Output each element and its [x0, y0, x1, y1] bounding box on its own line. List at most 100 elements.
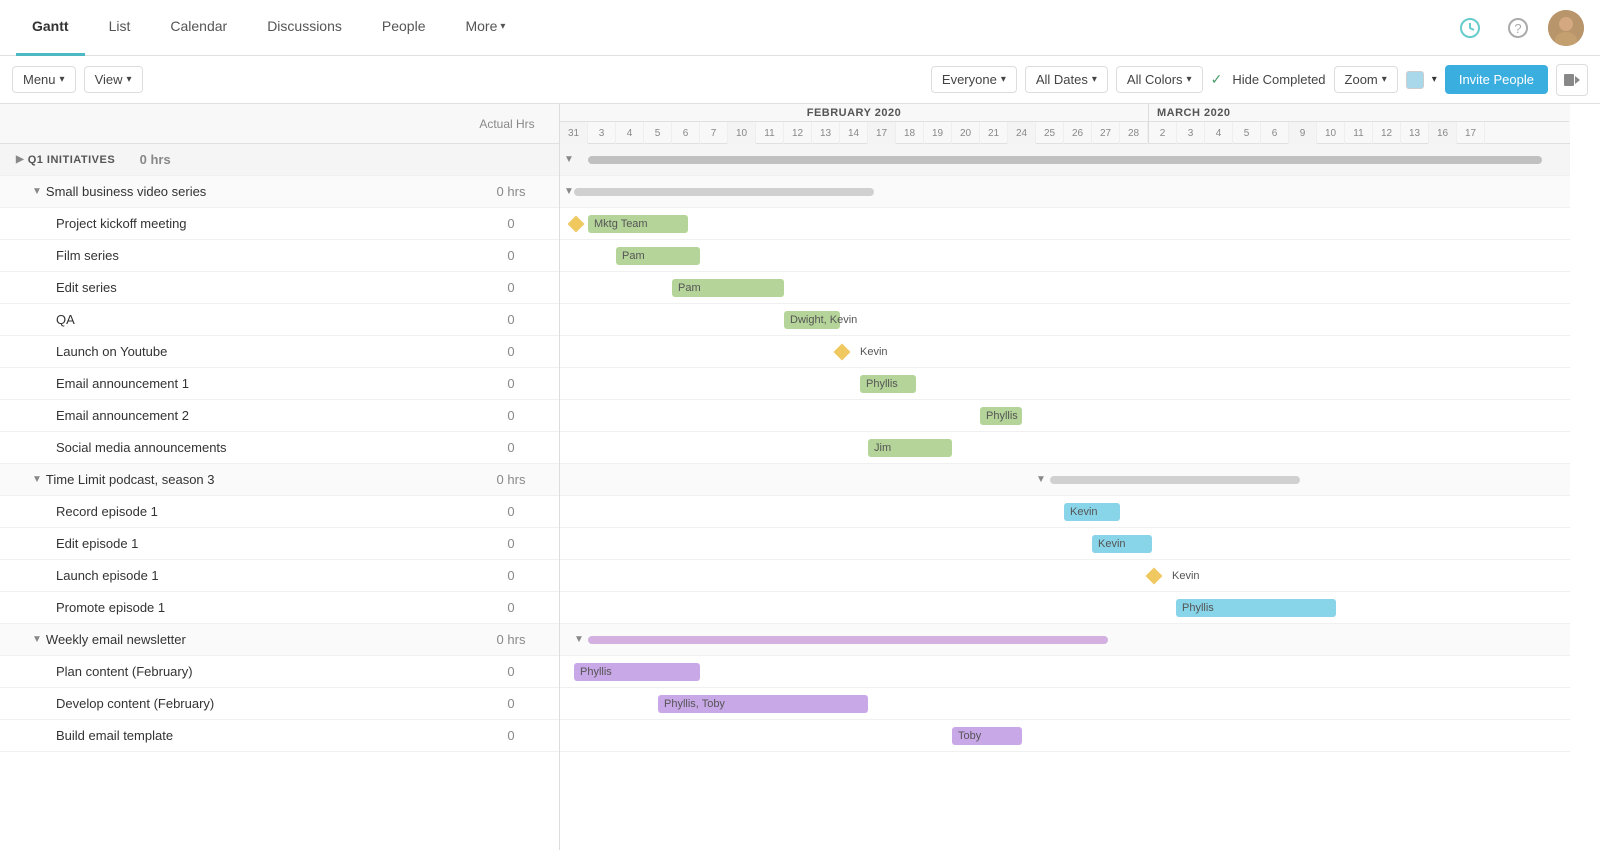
svg-text:?: ? — [1514, 21, 1521, 36]
task-list-header: Actual Hrs — [0, 104, 559, 144]
bar-bet: Toby — [952, 727, 1022, 745]
bar-ea1: Phyllis — [860, 375, 916, 393]
task-row[interactable]: QA 0 — [0, 304, 559, 336]
gantt-row-pe1: Phyllis — [560, 592, 1570, 624]
invite-people-button[interactable]: Invite People — [1445, 65, 1548, 94]
task-row[interactable]: Plan content (February) 0 — [0, 656, 559, 688]
bar-sma: Jim — [868, 439, 952, 457]
chevron-down-icon: ▾ — [127, 74, 132, 85]
gantt-row-tlps3: ▼ — [560, 464, 1570, 496]
gantt-panel[interactable]: FEBRUARY 2020 31 3 4 5 6 7 10 11 12 13 1… — [560, 104, 1600, 850]
user-avatar[interactable] — [1548, 10, 1584, 46]
tab-more[interactable]: More ▾ — [449, 0, 521, 56]
caret-icon: ▶ — [16, 154, 24, 165]
february-days: 31 3 4 5 6 7 10 11 12 13 14 17 18 19 — [560, 122, 1148, 144]
caret-down-icon: ▼ — [560, 186, 578, 197]
gantt-row-q1: ▼ — [560, 144, 1570, 176]
gantt-row-ea2: Phyllis — [560, 400, 1570, 432]
task-row[interactable]: Record episode 1 0 — [0, 496, 559, 528]
task-row[interactable]: Launch on Youtube 0 — [0, 336, 559, 368]
main-content: Actual Hrs ▶ Q1 INITIATIVES 0 hrs ▼ Smal… — [0, 104, 1600, 850]
zoom-button[interactable]: Zoom ▾ — [1334, 66, 1398, 93]
february-label: FEBRUARY 2020 — [560, 104, 1148, 122]
task-row[interactable]: ▼ Time Limit podcast, season 3 0 hrs — [0, 464, 559, 496]
date-header: FEBRUARY 2020 31 3 4 5 6 7 10 11 12 13 1… — [560, 104, 1570, 144]
gantt-row-loy: Kevin — [560, 336, 1570, 368]
task-row[interactable]: Project kickoff meeting 0 — [0, 208, 559, 240]
gantt-row-sma: Jim — [560, 432, 1570, 464]
color-swatch[interactable] — [1406, 71, 1424, 89]
caret-icon: ▼ — [32, 634, 42, 645]
video-icon[interactable] — [1556, 64, 1588, 96]
task-row[interactable]: Launch episode 1 0 — [0, 560, 559, 592]
bar-pkm: Mktg Team — [588, 215, 688, 233]
gantt-row-sbvs: ▼ — [560, 176, 1570, 208]
task-row[interactable]: Edit episode 1 0 — [0, 528, 559, 560]
caret-icon: ▼ — [32, 186, 42, 197]
march-days: 2 3 4 5 6 9 10 11 12 13 16 17 — [1149, 122, 1569, 144]
view-button[interactable]: View ▾ — [84, 66, 143, 93]
bar-qa: Dwight, Kevin — [784, 311, 840, 329]
caret-down-icon: ▼ — [574, 634, 584, 645]
task-row[interactable]: ▼ Small business video series 0 hrs — [0, 176, 559, 208]
checkmark-icon: ✓ — [1211, 71, 1223, 88]
gantt-row-pcf: Phyllis — [560, 656, 1570, 688]
task-row[interactable]: Build email template 0 — [0, 720, 559, 752]
chevron-down-icon: ▾ — [60, 74, 65, 85]
tab-calendar[interactable]: Calendar — [154, 0, 243, 56]
bar-pcf: Phyllis — [574, 663, 700, 681]
bar-ea2: Phyllis — [980, 407, 1022, 425]
gantt-row-bet: Toby — [560, 720, 1570, 752]
hide-completed-toggle[interactable]: ✓ Hide Completed — [1211, 71, 1326, 88]
task-row[interactable]: ▼ Weekly email newsletter 0 hrs — [0, 624, 559, 656]
task-row[interactable]: Social media announcements 0 — [0, 432, 559, 464]
task-row[interactable]: Film series 0 — [0, 240, 559, 272]
chevron-down-icon[interactable]: ▾ — [1432, 74, 1437, 85]
all-colors-filter[interactable]: All Colors ▾ — [1116, 66, 1203, 93]
task-row[interactable]: Develop content (February) 0 — [0, 688, 559, 720]
bar-ee1: Kevin — [1092, 535, 1152, 553]
tab-people[interactable]: People — [366, 0, 442, 56]
help-icon[interactable]: ? — [1500, 10, 1536, 46]
gantt-row-wen: ▼ — [560, 624, 1570, 656]
clock-icon[interactable] — [1452, 10, 1488, 46]
everyone-filter[interactable]: Everyone ▾ — [931, 66, 1017, 93]
caret-icon: ▼ — [32, 474, 42, 485]
gantt-row-re1: Kevin — [560, 496, 1570, 528]
task-row[interactable]: ▶ Q1 INITIATIVES 0 hrs — [0, 144, 559, 176]
chevron-down-icon: ▾ — [500, 21, 505, 32]
gantt-row-ea1: Phyllis — [560, 368, 1570, 400]
bar-re1: Kevin — [1064, 503, 1120, 521]
caret-down-icon: ▼ — [1036, 474, 1046, 485]
gantt-row-ee1: Kevin — [560, 528, 1570, 560]
task-row[interactable]: Promote episode 1 0 — [0, 592, 559, 624]
gantt-row-dcf: Phyllis, Toby — [560, 688, 1570, 720]
gantt-row-es: Pam — [560, 272, 1570, 304]
bar-fs: Pam — [616, 247, 700, 265]
bar-es: Pam — [672, 279, 784, 297]
toolbar: Menu ▾ View ▾ Everyone ▾ All Dates ▾ All… — [0, 56, 1600, 104]
chevron-down-icon: ▾ — [1187, 74, 1192, 85]
task-row[interactable]: Edit series 0 — [0, 272, 559, 304]
gantt-rows: ▼ ▼ Mktg Team — [560, 144, 1570, 752]
gantt-row-fs: Pam — [560, 240, 1570, 272]
task-row[interactable]: Email announcement 2 0 — [0, 400, 559, 432]
menu-button[interactable]: Menu ▾ — [12, 66, 76, 93]
all-dates-filter[interactable]: All Dates ▾ — [1025, 66, 1108, 93]
gantt-row-pkm: Mktg Team — [560, 208, 1570, 240]
top-navigation: Gantt List Calendar Discussions People M… — [0, 0, 1600, 56]
bar-pe1: Phyllis — [1176, 599, 1336, 617]
march-label: MARCH 2020 — [1149, 104, 1569, 122]
chevron-down-icon: ▾ — [1092, 74, 1097, 85]
tab-gantt[interactable]: Gantt — [16, 0, 85, 56]
task-row[interactable]: Email announcement 1 0 — [0, 368, 559, 400]
caret-down-icon: ▼ — [560, 154, 578, 165]
gantt-row-qa: Dwight, Kevin — [560, 304, 1570, 336]
chevron-down-icon: ▾ — [1382, 74, 1387, 85]
tab-list[interactable]: List — [93, 0, 147, 56]
chevron-down-icon: ▾ — [1001, 74, 1006, 85]
task-list-panel: Actual Hrs ▶ Q1 INITIATIVES 0 hrs ▼ Smal… — [0, 104, 560, 850]
tab-discussions[interactable]: Discussions — [251, 0, 358, 56]
bar-dcf: Phyllis, Toby — [658, 695, 868, 713]
gantt-row-le1: Kevin — [560, 560, 1570, 592]
